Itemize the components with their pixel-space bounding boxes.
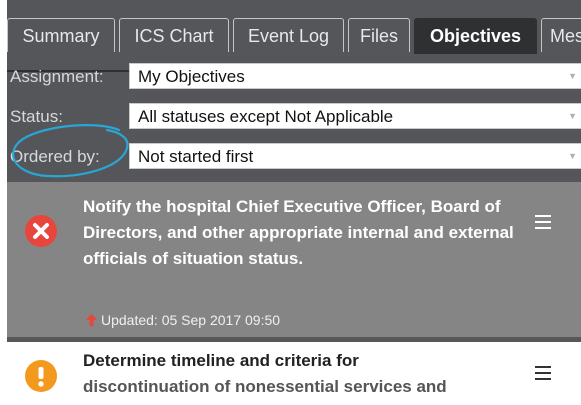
ordered-by-label: Ordered by: xyxy=(10,147,100,166)
assignment-select[interactable]: My Objectives ▼ xyxy=(129,63,581,89)
tab-summary[interactable]: Summary xyxy=(7,18,115,52)
hamburger-menu-icon[interactable] xyxy=(535,215,551,229)
assignment-row: Assignment: My Objectives ▼ xyxy=(7,63,581,91)
objective-title: Determine timeline and criteria for disc… xyxy=(83,348,523,400)
objective-card-selected[interactable]: Notify the hospital Chief Executive Offi… xyxy=(7,182,581,342)
tab-files[interactable]: Files xyxy=(348,18,410,52)
objective-title: Notify the hospital Chief Executive Offi… xyxy=(83,197,514,268)
chevron-down-icon: ▼ xyxy=(568,71,577,81)
status-row: Status: All statuses except Not Applicab… xyxy=(7,103,581,131)
tab-objectives[interactable]: Objectives xyxy=(414,18,537,54)
ordered-by-select[interactable]: Not started first ▼ xyxy=(129,143,581,169)
up-arrow-icon xyxy=(86,314,97,326)
objective-title-line-1: Determine timeline and criteria for xyxy=(83,351,359,370)
tab-bar: Summary ICS Chart Event Log Files Object… xyxy=(7,18,581,72)
assignment-value: My Objectives xyxy=(138,67,245,86)
status-value: All statuses except Not Applicable xyxy=(138,107,394,126)
warning-exclamation-icon xyxy=(25,360,57,392)
hamburger-menu-icon[interactable] xyxy=(535,366,551,380)
chevron-down-icon: ▼ xyxy=(568,111,577,121)
ordered-by-row: Ordered by: Not started first ▼ xyxy=(7,143,581,171)
objective-updated: Updated: 05 Sep 2017 09:50 xyxy=(101,312,281,328)
objective-card[interactable]: Determine timeline and criteria for disc… xyxy=(7,342,581,405)
chevron-down-icon: ▼ xyxy=(568,151,577,161)
tab-ics-chart[interactable]: ICS Chart xyxy=(119,18,229,52)
objectives-panel: Summary ICS Chart Event Log Files Object… xyxy=(7,0,581,405)
objective-title-line-2: discontinuation of nonessential services… xyxy=(83,377,447,396)
tab-event-log[interactable]: Event Log xyxy=(233,18,344,52)
tab-messages[interactable]: Mes xyxy=(541,18,581,52)
status-select[interactable]: All statuses except Not Applicable ▼ xyxy=(129,103,581,129)
status-label: Status: xyxy=(10,107,63,126)
not-started-x-icon xyxy=(25,215,57,247)
ordered-by-value: Not started first xyxy=(138,147,254,166)
assignment-label: Assignment: xyxy=(10,67,104,86)
